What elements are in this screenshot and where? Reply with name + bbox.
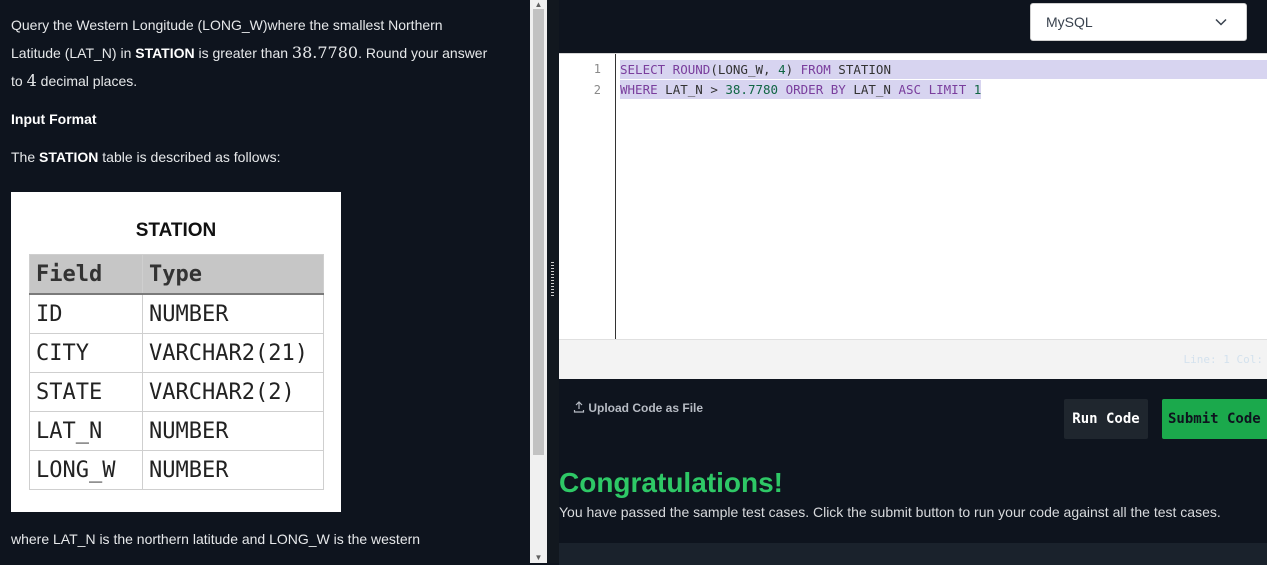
- table-name-bold: STATION: [39, 149, 99, 165]
- code-token: LAT_N: [845, 82, 899, 97]
- code-token: FROM: [793, 62, 831, 77]
- line-number: 1: [593, 62, 601, 76]
- type-cell: NUMBER: [142, 293, 324, 334]
- code-token: WHERE: [620, 82, 658, 97]
- type-cell: NUMBER: [142, 450, 324, 490]
- language-select[interactable]: MySQL: [1030, 3, 1247, 41]
- code-token: 38.7780: [725, 82, 779, 97]
- upload-icon: [573, 401, 585, 413]
- field-cell: LONG_W: [29, 450, 143, 490]
- code-token: ASC: [898, 82, 922, 97]
- line-number: 2: [593, 83, 601, 97]
- station-table-image: STATION Field Type ID NUMBER CITY VARCHA…: [11, 192, 341, 512]
- cursor-position-text: Line: 1 Col:: [1183, 353, 1263, 366]
- code-token: 4: [778, 62, 786, 77]
- problem-text: to: [11, 73, 27, 89]
- code-editor[interactable]: 1 2 SELECT ROUND(LONG_W, 4) FROM STATION…: [559, 53, 1267, 339]
- code-token: (: [710, 62, 718, 77]
- problem-statement-line: Query the Western Longitude (LONG_W)wher…: [11, 15, 443, 35]
- success-message: You have passed the sample test cases. C…: [559, 504, 1221, 520]
- problem-text: decimal places.: [36, 73, 138, 89]
- field-cell: LAT_N: [29, 411, 143, 451]
- problem-text: . Round your answer: [358, 45, 488, 61]
- chevron-down-icon: [1215, 18, 1227, 26]
- editor-toolbar: MySQL: [559, 0, 1267, 53]
- scroll-up-arrow-icon[interactable]: ▲: [530, 0, 547, 9]
- code-line-2[interactable]: WHERE LAT_N > 38.7780 ORDER BY LAT_N ASC…: [620, 80, 982, 99]
- scroll-down-arrow-icon[interactable]: ▼: [530, 553, 547, 562]
- problem-statement-line: to 4 decimal places.: [11, 71, 137, 91]
- test-output-box: [559, 543, 1267, 565]
- field-cell: ID: [29, 293, 143, 334]
- problem-text: is greater than: [194, 45, 292, 61]
- code-token: ORDER BY: [778, 82, 846, 97]
- table-description: The STATION table is described as follow…: [11, 147, 280, 167]
- problem-pane: Query the Western Longitude (LONG_W)wher…: [0, 0, 530, 563]
- table-name-bold: STATION: [135, 45, 195, 61]
- success-title: Congratulations!: [559, 467, 783, 498]
- table-row: ID NUMBER: [29, 293, 324, 334]
- code-line-1[interactable]: SELECT ROUND(LONG_W, 4) FROM STATION: [620, 60, 1267, 79]
- table-row: LAT_N NUMBER: [29, 411, 324, 451]
- table-row: LONG_W NUMBER: [29, 450, 324, 490]
- input-format-heading: Input Format: [11, 111, 97, 127]
- table-row: CITY VARCHAR2(21): [29, 333, 324, 373]
- problem-text: Query the Western Longitude (LONG_W)wher…: [11, 17, 443, 33]
- code-token: SELECT: [620, 62, 666, 77]
- code-token: LIMIT: [921, 82, 974, 97]
- problem-scrollbar[interactable]: ▲ ▼: [530, 0, 547, 563]
- problem-text: Latitude (LAT_N) in: [11, 45, 136, 61]
- type-column-header: Type: [142, 254, 324, 295]
- drag-handle-icon[interactable]: [551, 262, 554, 296]
- problem-text: table is described as follows:: [98, 149, 281, 165]
- field-cell: CITY: [29, 333, 143, 373]
- editor-actions: Upload Code as File Run Code Submit Code: [559, 379, 1267, 459]
- editor-status-bar: Line: 1 Col:: [559, 339, 1267, 379]
- code-token: 1: [973, 82, 982, 97]
- code-token: LAT_N >: [657, 82, 726, 97]
- decimal-places-number: 4: [26, 71, 37, 90]
- code-token: ROUND: [665, 62, 711, 77]
- station-schema-table: Field Type ID NUMBER CITY VARCHAR2(21) S…: [29, 254, 324, 490]
- station-table-caption: STATION: [135, 220, 217, 241]
- problem-footer-text: where LAT_N is the northern latitude and…: [11, 531, 421, 547]
- type-cell: VARCHAR2(21): [142, 333, 324, 373]
- type-cell: VARCHAR2(2): [142, 372, 324, 412]
- pane-splitter[interactable]: [547, 0, 559, 563]
- field-cell: STATE: [29, 372, 143, 412]
- threshold-number: 38.7780: [291, 43, 359, 62]
- language-select-value: MySQL: [1046, 14, 1093, 30]
- upload-code-link[interactable]: Upload Code as File: [573, 401, 703, 415]
- code-token: ): [785, 62, 794, 77]
- upload-code-label: Upload Code as File: [588, 401, 704, 415]
- field-column-header: Field: [29, 254, 143, 295]
- problem-text: The: [11, 149, 40, 165]
- table-row: STATE VARCHAR2(2): [29, 372, 324, 412]
- result-panel: Congratulations! You have passed the sam…: [559, 459, 1267, 565]
- scrollbar-thumb[interactable]: [533, 9, 544, 455]
- type-cell: NUMBER: [142, 411, 324, 451]
- table-header-row: Field Type: [29, 254, 324, 295]
- submit-code-button[interactable]: Submit Code: [1162, 399, 1267, 439]
- problem-statement-line: Latitude (LAT_N) in STATION is greater t…: [11, 43, 487, 63]
- run-code-button[interactable]: Run Code: [1064, 399, 1148, 439]
- code-token: STATION: [830, 62, 891, 77]
- line-number-gutter: 1 2: [559, 54, 616, 339]
- code-token: LONG_W,: [717, 62, 779, 77]
